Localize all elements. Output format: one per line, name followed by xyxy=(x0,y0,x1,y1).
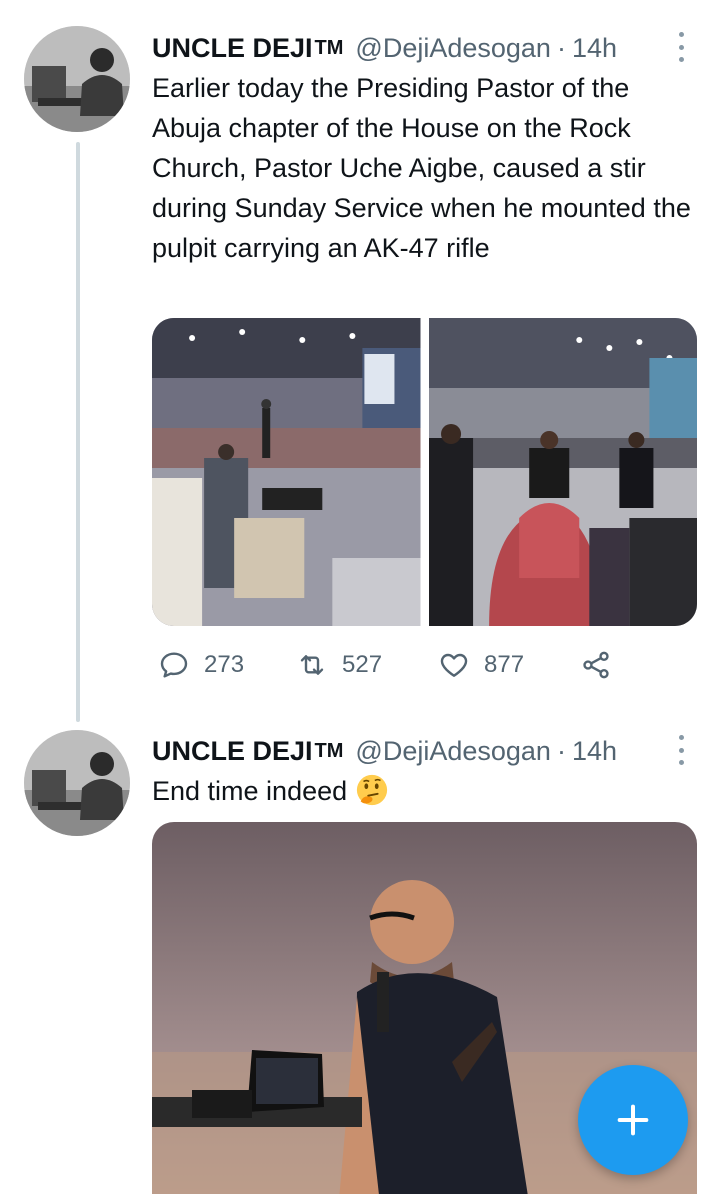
church-stage-photo xyxy=(152,318,421,626)
tweet-text: Earlier today the Presiding Pastor of th… xyxy=(152,73,691,263)
handle[interactable]: @DejiAdesogan xyxy=(355,736,551,767)
tweet-text: End time indeed xyxy=(152,771,697,811)
tweet-actions: 273 527 877 xyxy=(158,644,678,686)
more-vertical-icon[interactable] xyxy=(676,735,686,765)
avatar[interactable] xyxy=(24,730,130,836)
timestamp[interactable]: 14h xyxy=(572,736,617,767)
plus-icon xyxy=(617,1104,649,1136)
tweet-text-content: End time indeed xyxy=(152,776,348,806)
author-badge: TM xyxy=(314,36,344,59)
like-count: 877 xyxy=(484,651,525,678)
reply-icon xyxy=(160,652,188,678)
share-button[interactable] xyxy=(580,644,612,686)
tweet-photo[interactable] xyxy=(428,318,697,626)
pastor-stage-photo xyxy=(428,318,697,626)
display-name[interactable]: UNCLE DEJI xyxy=(152,33,313,64)
avatar-image xyxy=(24,26,130,132)
author-badge: TM xyxy=(314,739,344,762)
reply-button[interactable]: 273 xyxy=(158,644,244,686)
tweet-media[interactable] xyxy=(152,318,697,626)
more-vertical-icon[interactable] xyxy=(676,32,686,62)
tweet-photo[interactable] xyxy=(152,318,421,626)
tweet-header: UNCLE DEJI TM @DejiAdesogan · 14h xyxy=(152,731,617,771)
compose-tweet-button[interactable] xyxy=(578,1065,688,1175)
retweet-count: 527 xyxy=(342,651,383,678)
separator: · xyxy=(556,32,566,63)
reply-count: 273 xyxy=(204,651,245,678)
timeline: UNCLE DEJI TM @DejiAdesogan · 14h Earlie… xyxy=(0,0,720,1194)
display-name[interactable]: UNCLE DEJI xyxy=(152,736,313,767)
retweet-icon xyxy=(300,655,324,675)
tweet-header: UNCLE DEJI TM @DejiAdesogan · 14h xyxy=(152,28,617,68)
separator: · xyxy=(556,735,566,766)
timestamp[interactable]: 14h xyxy=(572,33,617,64)
share-icon xyxy=(583,651,609,679)
retweet-button[interactable]: 527 xyxy=(296,644,382,686)
handle[interactable]: @DejiAdesogan xyxy=(355,33,551,64)
heart-icon xyxy=(440,653,468,677)
like-button[interactable]: 877 xyxy=(438,644,524,686)
avatar-image xyxy=(24,730,130,836)
avatar[interactable] xyxy=(24,26,130,132)
thread-connector-line xyxy=(76,142,80,722)
thinking-face-emoji-icon xyxy=(357,774,388,806)
